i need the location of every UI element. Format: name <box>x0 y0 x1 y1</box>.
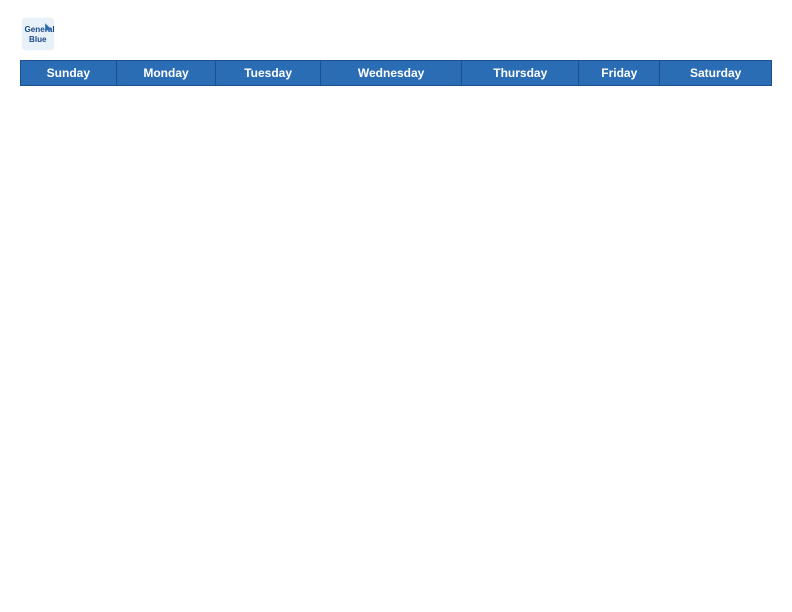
logo: General Blue <box>20 16 60 52</box>
calendar-table: SundayMondayTuesdayWednesdayThursdayFrid… <box>20 60 772 86</box>
page: General Blue SundayMondayTuesdayWednesda… <box>0 0 792 102</box>
svg-text:Blue: Blue <box>29 35 47 44</box>
day-header-row: SundayMondayTuesdayWednesdayThursdayFrid… <box>21 61 772 86</box>
day-header-sunday: Sunday <box>21 61 117 86</box>
logo-icon: General Blue <box>20 16 56 52</box>
day-header-wednesday: Wednesday <box>320 61 461 86</box>
day-header-monday: Monday <box>116 61 216 86</box>
header: General Blue <box>20 16 772 52</box>
day-header-saturday: Saturday <box>660 61 772 86</box>
day-header-tuesday: Tuesday <box>216 61 321 86</box>
day-header-friday: Friday <box>579 61 660 86</box>
day-header-thursday: Thursday <box>462 61 579 86</box>
